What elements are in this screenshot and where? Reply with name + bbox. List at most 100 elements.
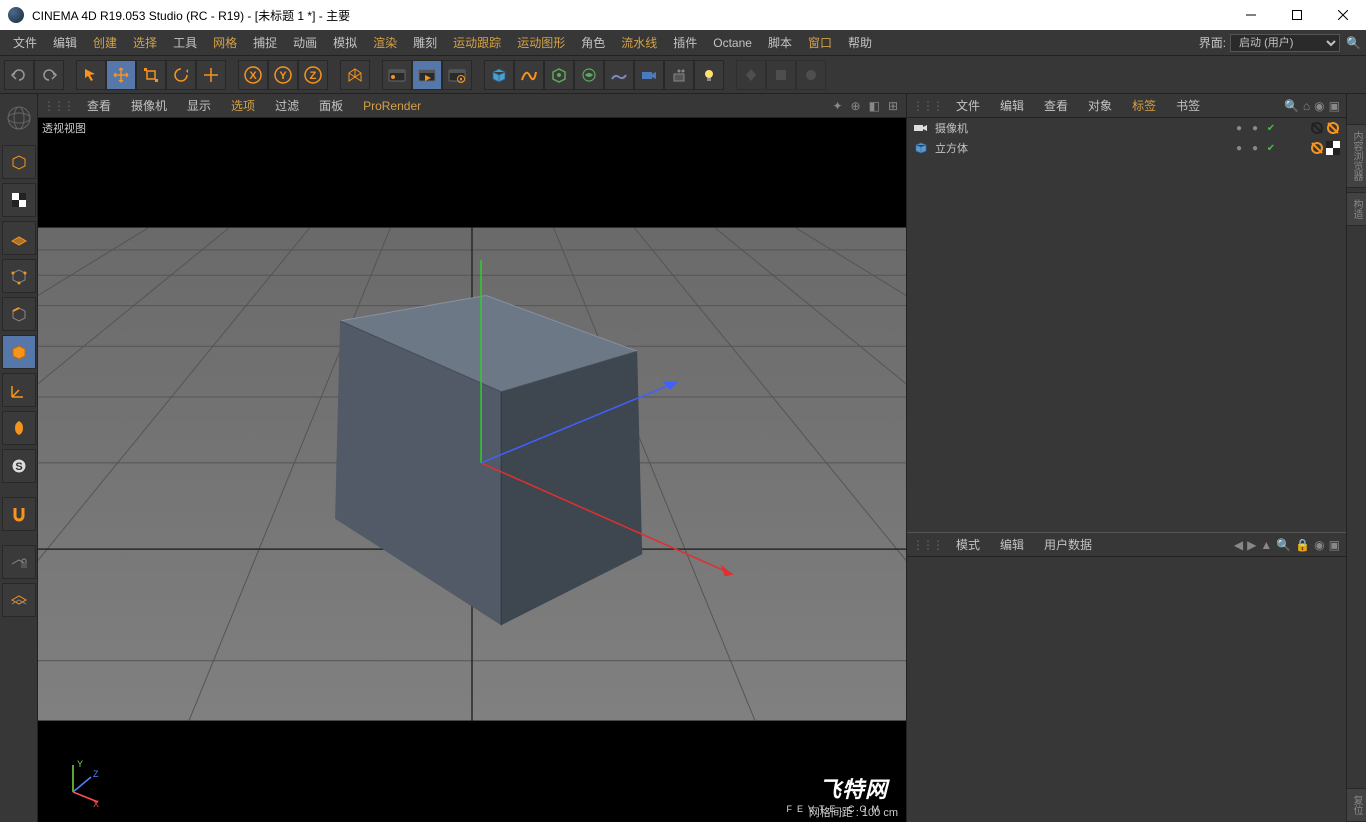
workplane-lock-button[interactable] — [2, 545, 36, 579]
vp-nav1-icon[interactable]: ✦ — [832, 99, 842, 113]
extra1-button[interactable] — [736, 60, 766, 90]
nav-fwd-icon[interactable]: ▶ — [1247, 538, 1256, 552]
environment-button[interactable] — [604, 60, 634, 90]
vis-editor-icon[interactable]: ● — [1232, 141, 1246, 155]
mode-point-button[interactable] — [2, 259, 36, 293]
tag-target-orange[interactable] — [1310, 141, 1324, 155]
attrmenu-编辑[interactable]: 编辑 — [990, 536, 1034, 554]
render-settings-button[interactable] — [442, 60, 472, 90]
nav-up-icon[interactable]: ▲ — [1260, 538, 1272, 552]
camera-button[interactable] — [634, 60, 664, 90]
menu-脚本[interactable]: 脚本 — [760, 33, 800, 53]
menu-运动跟踪[interactable]: 运动跟踪 — [445, 33, 509, 53]
x-axis-button[interactable]: X — [238, 60, 268, 90]
menu-流水线[interactable]: 流水线 — [613, 33, 665, 53]
objmenu-书签[interactable]: 书签 — [1166, 97, 1210, 115]
y-axis-button[interactable]: Y — [268, 60, 298, 90]
enable-icon[interactable]: ✔ — [1264, 141, 1278, 155]
spline-button[interactable] — [514, 60, 544, 90]
mode-workplane-button[interactable] — [2, 221, 36, 255]
menu-帮助[interactable]: 帮助 — [840, 33, 880, 53]
search-icon[interactable]: 🔍 — [1284, 99, 1299, 113]
vpmenu-ProRender[interactable]: ProRender — [353, 97, 431, 115]
world-icon[interactable] — [0, 94, 37, 142]
grip-icon[interactable]: ⋮⋮⋮ — [43, 99, 73, 113]
objmenu-查看[interactable]: 查看 — [1034, 97, 1078, 115]
eye-icon[interactable]: ◉ — [1314, 99, 1324, 113]
magnet-button[interactable] — [2, 497, 36, 531]
make-editable-button[interactable] — [2, 145, 36, 179]
vpmenu-摄像机[interactable]: 摄像机 — [121, 97, 177, 115]
bulb-button[interactable] — [694, 60, 724, 90]
redo-button[interactable] — [34, 60, 64, 90]
tag-checker[interactable] — [1326, 141, 1340, 155]
vis-editor-icon[interactable]: ● — [1232, 121, 1246, 135]
undo-button[interactable] — [4, 60, 34, 90]
menu-动画[interactable]: 动画 — [285, 33, 325, 53]
new-win-icon[interactable]: ◉ — [1314, 538, 1324, 552]
maximize-button[interactable] — [1274, 0, 1320, 30]
vtab-2[interactable]: 构造 — [1346, 192, 1366, 226]
deformer-button[interactable] — [574, 60, 604, 90]
vpmenu-过滤[interactable]: 过滤 — [265, 97, 309, 115]
vis-render-icon[interactable]: ● — [1248, 141, 1262, 155]
search-icon[interactable]: 🔍 — [1346, 36, 1361, 50]
vpmenu-显示[interactable]: 显示 — [177, 97, 221, 115]
grip-icon[interactable]: ⋮⋮⋮ — [912, 538, 942, 552]
layout-dropdown[interactable]: 启动 (用户) — [1230, 34, 1340, 52]
last-tool-button[interactable] — [196, 60, 226, 90]
home-icon[interactable]: ⌂ — [1303, 99, 1310, 113]
menu-雕刻[interactable]: 雕刻 — [405, 33, 445, 53]
vp-nav3-icon[interactable]: ◧ — [869, 99, 880, 113]
generator-button[interactable] — [544, 60, 574, 90]
menu-运动图形[interactable]: 运动图形 — [509, 33, 573, 53]
rotate-button[interactable] — [166, 60, 196, 90]
vpmenu-面板[interactable]: 面板 — [309, 97, 353, 115]
menu-文件[interactable]: 文件 — [5, 33, 45, 53]
tag-target-black[interactable] — [1310, 121, 1324, 135]
menu-窗口[interactable]: 窗口 — [800, 33, 840, 53]
objmenu-对象[interactable]: 对象 — [1078, 97, 1122, 115]
menu-编辑[interactable]: 编辑 — [45, 33, 85, 53]
minimize-button[interactable] — [1228, 0, 1274, 30]
mode-edge-button[interactable] — [2, 297, 36, 331]
vpmenu-查看[interactable]: 查看 — [77, 97, 121, 115]
grip-icon[interactable]: ⋮⋮⋮ — [912, 99, 942, 113]
menu-网格[interactable]: 网格 — [205, 33, 245, 53]
obj-row-立方体[interactable]: 立方体●●✔ — [907, 138, 1346, 158]
objmenu-编辑[interactable]: 编辑 — [990, 97, 1034, 115]
menu-捕捉[interactable]: 捕捉 — [245, 33, 285, 53]
tag-target-orange[interactable] — [1326, 121, 1340, 135]
extra3-button[interactable] — [796, 60, 826, 90]
menu-插件[interactable]: 插件 — [665, 33, 705, 53]
vtab-3[interactable]: 复位 — [1346, 788, 1366, 822]
vp-nav4-icon[interactable]: ⊞ — [888, 99, 898, 113]
expand-icon[interactable]: ▣ — [1329, 538, 1340, 552]
workplane-mode-button[interactable] — [2, 583, 36, 617]
live-select-button[interactable] — [76, 60, 106, 90]
attrmenu-模式[interactable]: 模式 — [946, 536, 990, 554]
coord-sys-button[interactable] — [340, 60, 370, 90]
objmenu-文件[interactable]: 文件 — [946, 97, 990, 115]
nav-back-icon[interactable]: ◀ — [1234, 538, 1243, 552]
axis-button[interactable] — [2, 373, 36, 407]
model-button[interactable] — [2, 411, 36, 445]
vis-render-icon[interactable]: ● — [1248, 121, 1262, 135]
enable-icon[interactable]: ✔ — [1264, 121, 1278, 135]
z-axis-button[interactable]: Z — [298, 60, 328, 90]
scale-button[interactable] — [136, 60, 166, 90]
primitive-button[interactable] — [484, 60, 514, 90]
menu-Octane[interactable]: Octane — [705, 33, 760, 53]
viewport-3d[interactable]: 透视视图 — [38, 118, 906, 822]
menu-模拟[interactable]: 模拟 — [325, 33, 365, 53]
close-button[interactable] — [1320, 0, 1366, 30]
menu-渲染[interactable]: 渲染 — [365, 33, 405, 53]
menu-选择[interactable]: 选择 — [125, 33, 165, 53]
move-button[interactable] — [106, 60, 136, 90]
vp-nav2-icon[interactable]: ⊕ — [851, 99, 861, 113]
render-pv-button[interactable] — [412, 60, 442, 90]
objmenu-标签[interactable]: 标签 — [1122, 97, 1166, 115]
vtab-1[interactable]: 内容浏览器 — [1346, 124, 1366, 188]
lock-icon[interactable]: 🔒 — [1295, 538, 1310, 552]
menu-工具[interactable]: 工具 — [165, 33, 205, 53]
